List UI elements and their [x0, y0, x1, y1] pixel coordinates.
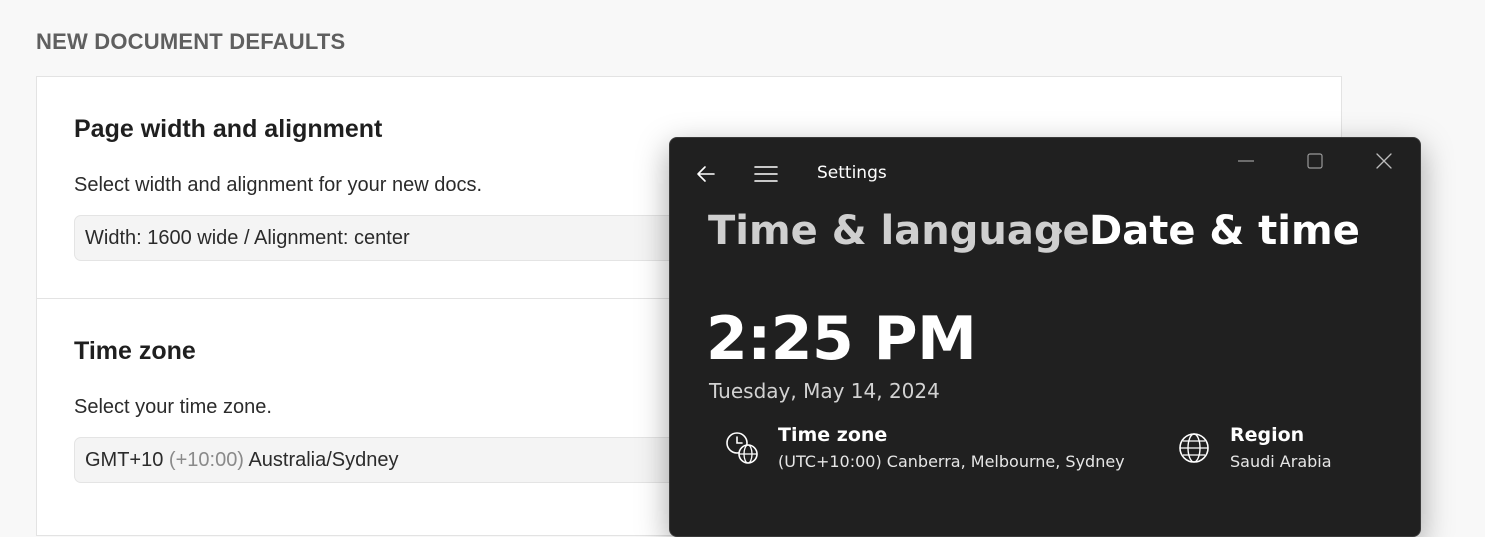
page-width-description: Select width and alignment for your new …: [74, 174, 482, 196]
settings-window: Settings Time & language Date & time 2:2…: [669, 137, 1421, 537]
breadcrumb-parent[interactable]: Time & language: [708, 208, 1090, 254]
globe-icon: [1179, 433, 1209, 463]
region-info[interactable]: Region Saudi Arabia: [1176, 424, 1332, 471]
current-date: Tuesday, May 14, 2024: [709, 379, 940, 403]
time-zone-value: (UTC+10:00) Canberra, Melbourne, Sydney: [778, 452, 1125, 471]
time-zone-description: Select your time zone.: [74, 396, 272, 418]
time-zone-info[interactable]: Time zone (UTC+10:00) Canberra, Melbourn…: [724, 424, 1125, 471]
minimize-icon: [1238, 160, 1254, 162]
minimize-button[interactable]: [1230, 146, 1262, 176]
close-icon: [1376, 153, 1392, 169]
section-heading: NEW DOCUMENT DEFAULTS: [36, 29, 346, 54]
maximize-icon: [1307, 153, 1323, 169]
page-width-title: Page width and alignment: [74, 115, 383, 143]
back-button[interactable]: [690, 158, 722, 190]
window-title: Settings: [817, 163, 887, 183]
time-zone-title: Time zone: [74, 337, 196, 365]
breadcrumb-separator: [1051, 220, 1065, 246]
menu-button[interactable]: [750, 158, 782, 190]
time-zone-offset: (+10:00): [168, 449, 244, 471]
region-value: Saudi Arabia: [1230, 452, 1332, 471]
current-time: 2:25 PM: [706, 304, 977, 374]
time-zone-gmt: GMT+10: [85, 449, 164, 471]
time-zone-label: Time zone: [778, 424, 888, 446]
time-zone-city: Australia/Sydney: [248, 449, 399, 471]
clock-globe-icon: [726, 432, 758, 464]
maximize-button[interactable]: [1299, 146, 1331, 176]
page-title: Date & time: [1089, 208, 1360, 254]
chevron-right-icon: [1053, 223, 1062, 239]
back-arrow-icon: [697, 166, 715, 182]
region-label: Region: [1230, 424, 1305, 446]
close-button[interactable]: [1368, 146, 1400, 176]
hamburger-menu-icon: [754, 166, 778, 182]
